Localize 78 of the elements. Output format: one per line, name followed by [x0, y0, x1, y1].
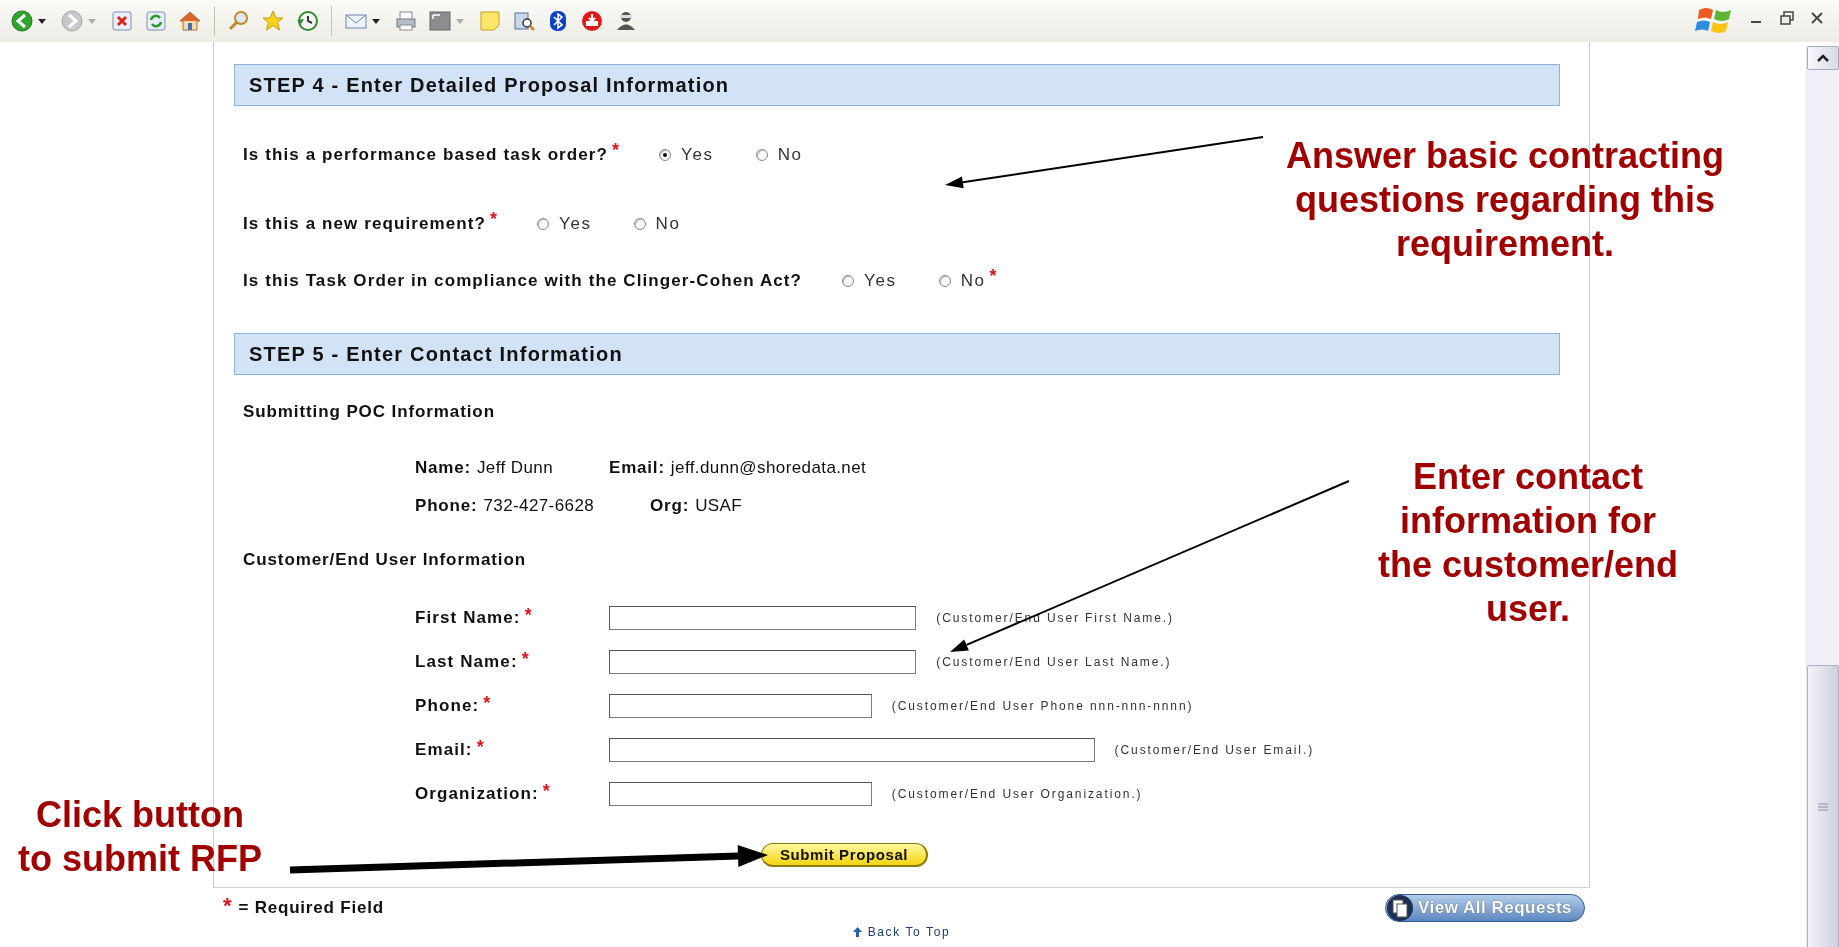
caret-up-icon — [1817, 54, 1829, 62]
info-value: USAF — [695, 496, 743, 516]
grip-icon — [1818, 801, 1828, 812]
radio-button[interactable] — [633, 218, 646, 230]
required-mark: * — [542, 784, 550, 798]
submit-button[interactable]: Submit Proposal — [760, 843, 929, 867]
info-value: 732-427-6628 — [483, 496, 595, 516]
radio-button[interactable] — [938, 275, 951, 287]
field-label: Organization: — [415, 784, 539, 804]
home-icon[interactable] — [178, 9, 202, 33]
radio-label: No — [777, 145, 803, 165]
radio-button[interactable] — [537, 218, 550, 230]
info-label: Phone: — [415, 496, 478, 516]
required-mark: * — [476, 740, 484, 754]
required-mark: * — [521, 652, 529, 666]
radio-label: No — [960, 271, 986, 291]
close-icon[interactable] — [1809, 10, 1825, 26]
input-field[interactable] — [609, 738, 1095, 762]
info-label: Name: — [415, 458, 471, 478]
edit-icon[interactable] — [428, 9, 452, 33]
field-label: First Name: — [415, 608, 521, 628]
hint-text: (Customer/End User Phone nnn-nnn-nnnn) — [891, 699, 1194, 713]
radio-label: Yes — [864, 271, 897, 291]
input-field[interactable] — [609, 694, 872, 718]
question-text: Is this a new requirement? — [243, 214, 487, 234]
back-to-top-link[interactable]: Back To Top — [852, 925, 951, 939]
annotation-text: Answer basic contracting questions regarding this requirement. — [1284, 134, 1726, 266]
annotation-text: Enter contact information for the customer/end user. — [1376, 455, 1680, 631]
scrollbar[interactable] — [1806, 46, 1839, 947]
required-mark: * — [483, 696, 491, 710]
required-mark: * — [989, 269, 997, 283]
search-icon[interactable] — [227, 9, 251, 33]
info-value: jeff.dunn@shoredata.net — [670, 458, 867, 478]
radio-label: No — [655, 214, 681, 234]
star-icon[interactable] — [261, 9, 285, 33]
hint-text: (Customer/End User Email.) — [1114, 743, 1315, 757]
legend-text: = Required Field — [238, 898, 384, 918]
scroll-thumb[interactable] — [1807, 665, 1839, 947]
input-field[interactable] — [609, 606, 917, 630]
radio-button[interactable] — [755, 149, 768, 161]
required-mark: * — [490, 212, 498, 226]
refresh-icon[interactable] — [144, 9, 168, 33]
research-icon[interactable] — [512, 9, 536, 33]
person-icon[interactable] — [614, 9, 638, 33]
info-label: Org: — [650, 496, 690, 516]
back-icon[interactable] — [10, 9, 34, 33]
tray-icon[interactable] — [580, 9, 604, 33]
required-mark: * — [524, 608, 532, 622]
documents-icon — [1386, 894, 1414, 922]
field-label: Phone: — [415, 696, 480, 716]
section-header: STEP 5 - Enter Contact Information — [234, 333, 1560, 375]
required-mark: * — [612, 143, 620, 157]
annotation-text: Click button to submit RFP — [17, 793, 263, 881]
stop-icon[interactable] — [110, 9, 134, 33]
input-field[interactable] — [609, 650, 917, 674]
question-text: Is this Task Order in compliance with the Clinger-Cohen Act? — [243, 271, 803, 291]
radio-label: Yes — [559, 214, 592, 234]
radio-button[interactable] — [842, 275, 855, 287]
section-header: STEP 4 - Enter Detailed Proposal Information — [234, 64, 1560, 106]
input-field[interactable] — [609, 782, 872, 806]
section-subheading: Submitting POC Information — [243, 402, 495, 422]
restore-icon[interactable] — [1779, 10, 1795, 26]
radio-label: Yes — [681, 145, 714, 165]
required-mark: * — [223, 898, 233, 914]
hint-text: (Customer/End User Organization.) — [891, 787, 1143, 801]
up-arrow-icon — [852, 927, 862, 937]
info-label: Email: — [609, 458, 665, 478]
print-icon[interactable] — [394, 9, 418, 33]
question-text: Is this a performance based task order? — [243, 145, 609, 165]
scroll-up-button[interactable] — [1807, 46, 1839, 70]
field-label: Email: — [415, 740, 473, 760]
forward-icon[interactable] — [60, 9, 84, 33]
field-label: Last Name: — [415, 652, 518, 672]
section-subheading: Customer/End User Information — [243, 550, 527, 570]
radio-button[interactable] — [659, 149, 672, 161]
hint-text: (Customer/End User Last Name.) — [936, 655, 1172, 669]
history-icon[interactable] — [295, 9, 319, 33]
info-value: Jeff Dunn — [476, 458, 554, 478]
